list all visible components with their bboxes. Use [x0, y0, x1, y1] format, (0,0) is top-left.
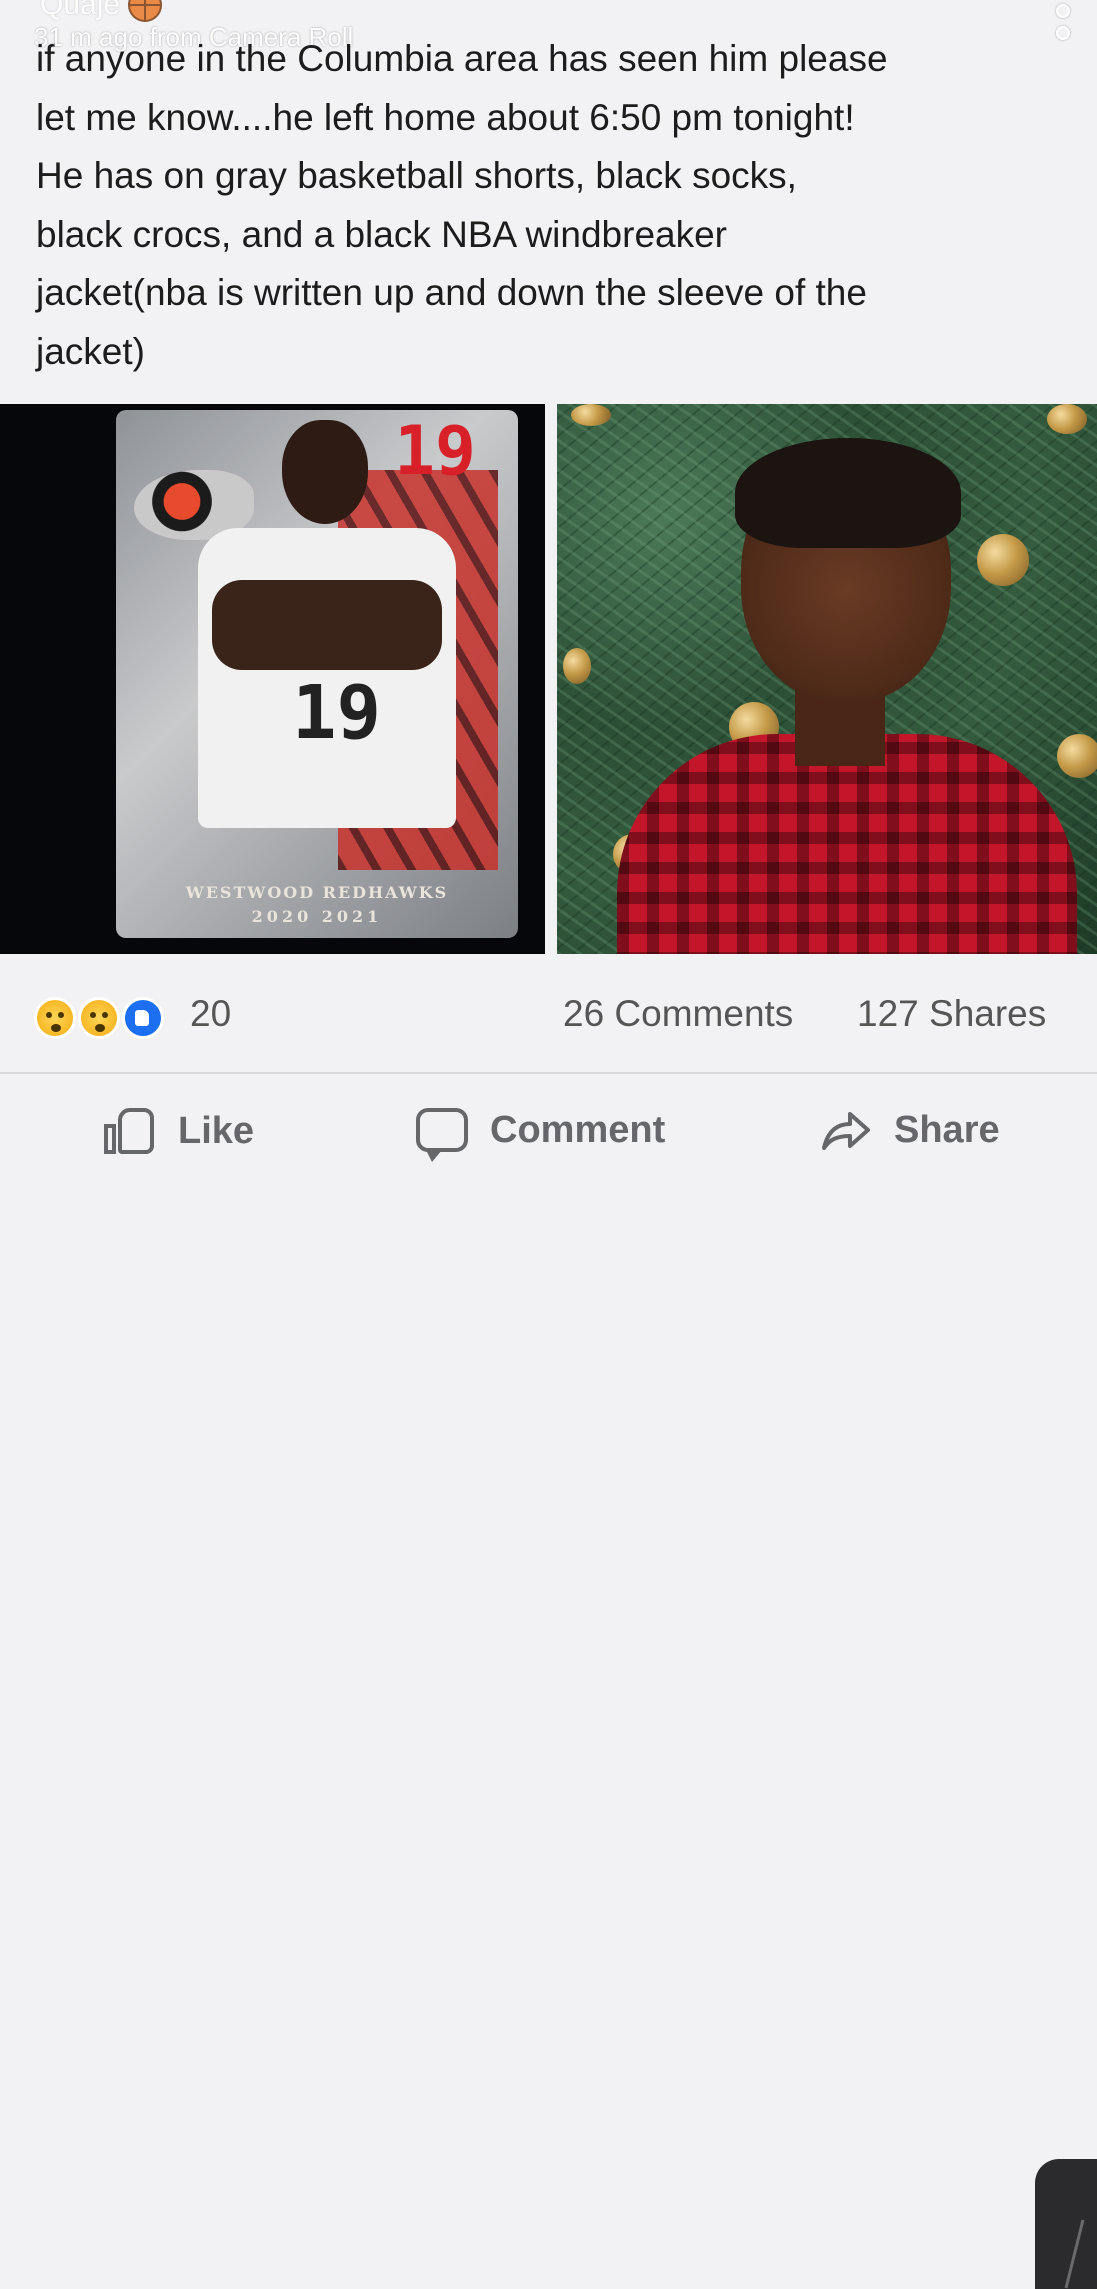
- ornament: [977, 534, 1029, 586]
- player-arms: [212, 580, 442, 670]
- jersey-number: 19: [292, 670, 382, 756]
- sad-reaction-icon[interactable]: [34, 997, 76, 1039]
- scroll-handle[interactable]: [1035, 2159, 1097, 2289]
- basketball-emoji-icon: [128, 0, 163, 22]
- share-label: Share: [894, 1108, 1000, 1151]
- thumbs-up-icon: [104, 1108, 156, 1154]
- plaid-shirt: [617, 734, 1077, 954]
- comments-count[interactable]: 26 Comments: [563, 993, 793, 1035]
- comment-button[interactable]: Comment: [416, 1108, 666, 1162]
- post-photos: 19 19 WESTWOOD REDHAWKS 2020 2021: [0, 404, 1097, 954]
- reactions-summary: 20 26 Comments 127 Shares: [0, 975, 1097, 1055]
- author-name-text[interactable]: Quaje: [40, 0, 120, 22]
- reaction-count[interactable]: 20: [190, 993, 231, 1035]
- ornament: [571, 404, 611, 426]
- card-season: 2020 2021: [251, 907, 383, 926]
- share-arrow-icon: [820, 1108, 872, 1152]
- like-button[interactable]: Like: [104, 1108, 254, 1154]
- wow-reaction-icon[interactable]: [78, 997, 120, 1039]
- speech-bubble-icon: [416, 1108, 468, 1162]
- ornament: [1057, 734, 1097, 778]
- portrait-hair: [735, 438, 961, 548]
- player-figure: 19: [182, 420, 472, 840]
- share-button[interactable]: Share: [820, 1108, 1000, 1152]
- post-actions: Like Comment Share: [0, 1072, 1097, 2289]
- ornament: [563, 648, 591, 684]
- player-head: [282, 420, 368, 524]
- photo-football-card[interactable]: 19 19 WESTWOOD REDHAWKS 2020 2021: [0, 404, 545, 954]
- post-text: if anyone in the Columbia area has seen …: [36, 38, 888, 372]
- like-reaction-icon[interactable]: [122, 997, 164, 1039]
- photo-portrait[interactable]: [557, 404, 1097, 954]
- ornament: [1047, 404, 1087, 434]
- comment-label: Comment: [490, 1108, 666, 1151]
- like-label: Like: [178, 1109, 255, 1152]
- shares-count[interactable]: 127 Shares: [857, 993, 1046, 1035]
- card-team-name: WESTWOOD REDHAWKS: [185, 883, 449, 902]
- player-card: 19 19 WESTWOOD REDHAWKS 2020 2021: [116, 410, 518, 938]
- author-name[interactable]: Quaje: [40, 0, 163, 22]
